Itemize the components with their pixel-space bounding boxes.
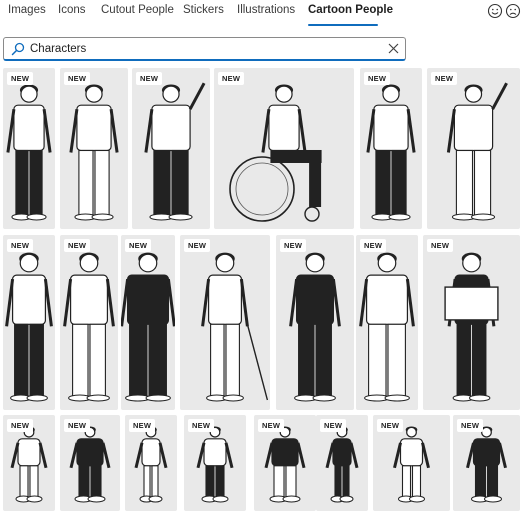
new-badge: NEW (64, 419, 91, 432)
new-badge: NEW (184, 239, 211, 252)
cartoon-figure-image (359, 252, 415, 402)
result-card[interactable]: NEW (180, 235, 270, 410)
new-badge: NEW (129, 419, 156, 432)
tab-images[interactable]: Images (8, 4, 46, 16)
smile-icon[interactable] (487, 3, 503, 19)
new-badge: NEW (320, 419, 347, 432)
active-tab-indicator (308, 24, 378, 26)
search-box (3, 37, 406, 61)
cartoon-figure-image (63, 252, 115, 402)
new-badge: NEW (64, 239, 91, 252)
cartoon-figure-image (444, 252, 499, 402)
result-card[interactable]: NEW (132, 68, 210, 229)
new-badge: NEW (64, 72, 91, 85)
new-badge: NEW (427, 239, 454, 252)
result-card[interactable]: NEW (60, 415, 120, 511)
result-card[interactable]: NEW (276, 235, 354, 410)
search-input[interactable] (30, 40, 370, 58)
result-card[interactable]: NEW (254, 415, 316, 511)
cartoon-figure-image (446, 82, 508, 221)
tab-illustrations[interactable]: Illustrations (237, 4, 295, 16)
new-badge: NEW (280, 239, 307, 252)
cartoon-figure-image (201, 252, 269, 402)
cartoon-figure-image (5, 252, 53, 402)
new-badge: NEW (218, 72, 245, 85)
tab-cartoon-people[interactable]: Cartoon People (308, 4, 393, 16)
result-card[interactable]: NEW (214, 68, 354, 229)
result-card[interactable]: NEW (121, 235, 175, 410)
frown-icon[interactable] (505, 3, 521, 19)
result-card[interactable]: NEW (356, 235, 418, 410)
result-card[interactable]: NEW (60, 235, 118, 410)
new-badge: NEW (364, 72, 391, 85)
result-card[interactable]: NEW (3, 68, 55, 229)
new-badge: NEW (258, 419, 285, 432)
cartoon-figure-image (69, 84, 119, 221)
result-card[interactable]: NEW (423, 235, 520, 410)
cartoon-figure-image (144, 82, 206, 221)
new-badge: NEW (7, 239, 34, 252)
result-card[interactable]: NEW (184, 415, 246, 511)
new-badge: NEW (431, 72, 458, 85)
clear-search-icon[interactable] (388, 43, 399, 54)
category-tabs: Images Icons Cutout People Stickers Illu… (0, 0, 524, 30)
tab-stickers[interactable]: Stickers (183, 4, 224, 16)
result-card[interactable]: NEW (453, 415, 520, 511)
result-card[interactable]: NEW (373, 415, 450, 511)
cartoon-figure-image (289, 252, 341, 402)
new-badge: NEW (377, 419, 404, 432)
result-card[interactable]: NEW (60, 68, 128, 229)
result-card[interactable]: NEW (427, 68, 520, 229)
new-badge: NEW (7, 72, 34, 85)
tab-icons[interactable]: Icons (58, 4, 86, 16)
result-card[interactable]: NEW (3, 235, 55, 410)
new-badge: NEW (136, 72, 163, 85)
new-badge: NEW (360, 239, 387, 252)
cartoon-figure-image (366, 84, 416, 221)
cartoon-figure-image (121, 252, 175, 402)
search-icon (11, 42, 25, 56)
tab-cutout-people[interactable]: Cutout People (101, 4, 174, 16)
new-badge: NEW (7, 419, 34, 432)
new-badge: NEW (188, 419, 215, 432)
new-badge: NEW (125, 239, 152, 252)
result-card[interactable]: NEW (3, 415, 55, 511)
cartoon-figure-image (6, 84, 52, 221)
new-badge: NEW (457, 419, 484, 432)
result-card[interactable]: NEW (316, 415, 368, 511)
result-card[interactable]: NEW (360, 68, 422, 229)
cartoon-figure-image (229, 84, 322, 222)
result-card[interactable]: NEW (125, 415, 177, 511)
